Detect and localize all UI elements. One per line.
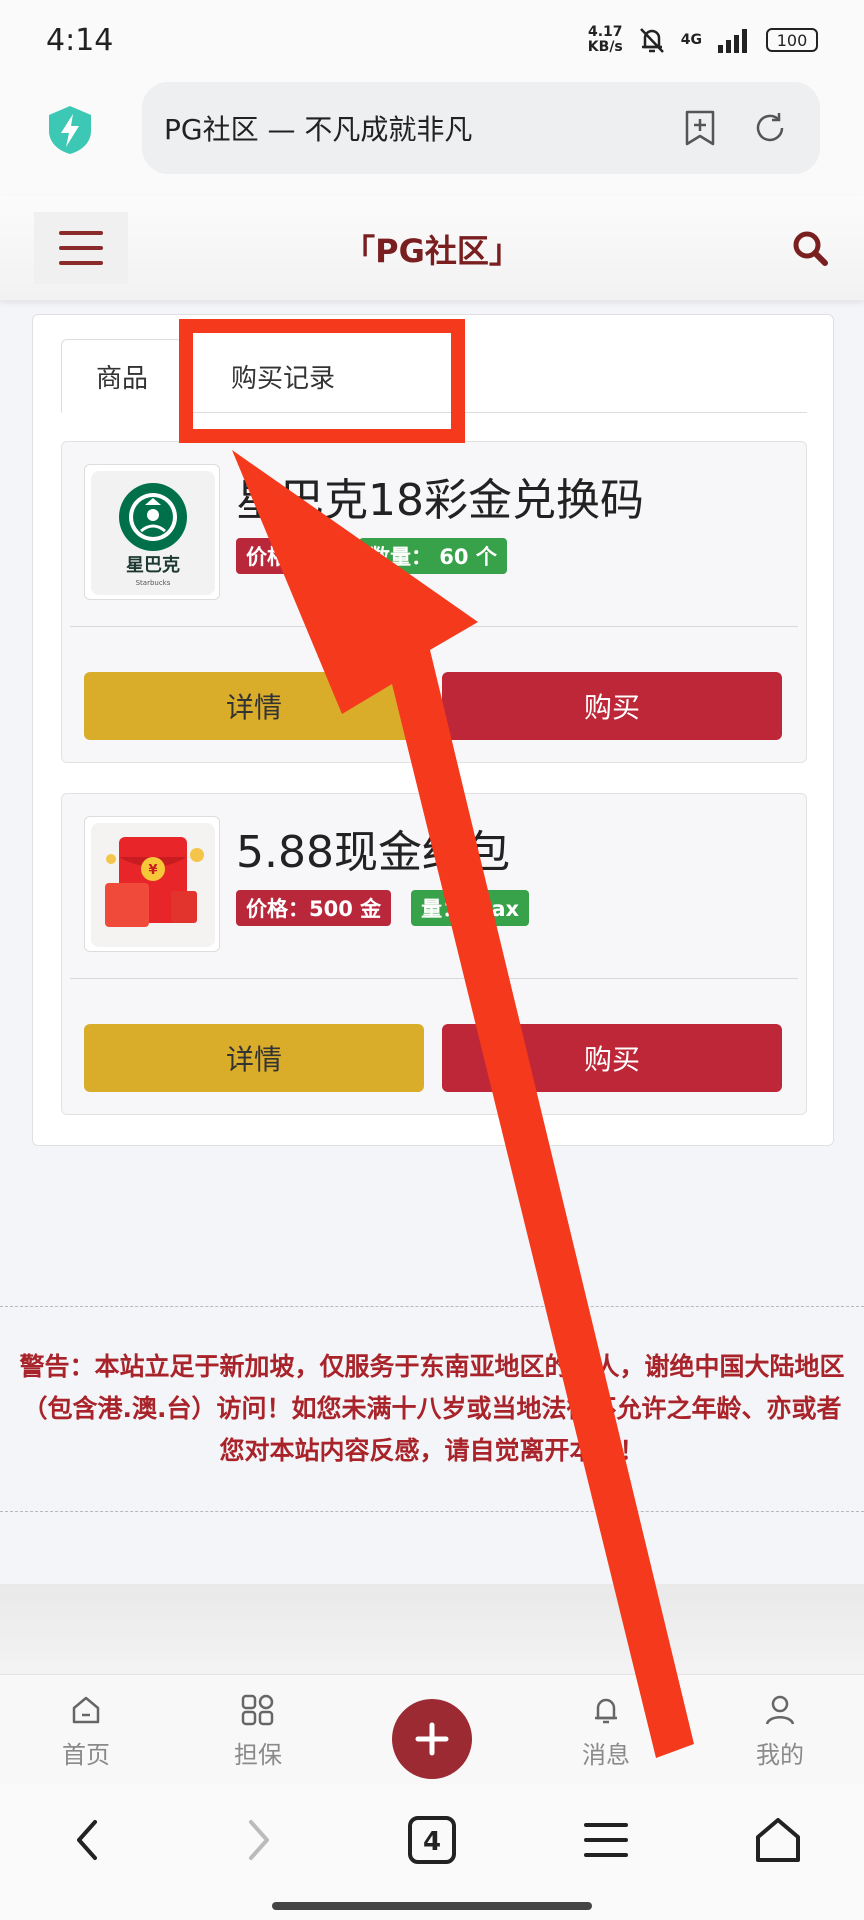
- nav-messages[interactable]: 消息: [556, 1693, 656, 1770]
- bell-icon: [595, 1698, 617, 1724]
- thumb-subtext: Starbucks: [136, 579, 171, 587]
- signal-label: 4G: [680, 32, 702, 48]
- shield-bolt-icon[interactable]: [46, 104, 94, 156]
- home-icon: [72, 1696, 100, 1724]
- nav-guarantee[interactable]: 担保: [208, 1693, 308, 1770]
- status-icons: 4.17 KB/s 4G 100: [588, 25, 818, 55]
- tab-bar: 商品 购买记录: [61, 339, 807, 413]
- buy-button[interactable]: 购买: [442, 1024, 782, 1092]
- chevron-left-icon: [77, 1820, 97, 1860]
- net-speed-unit: KB/s: [587, 39, 623, 55]
- browser-menu-button[interactable]: [574, 1808, 638, 1872]
- bookmark-add-icon: [685, 110, 715, 146]
- product-name: 5.88现金红包: [236, 827, 510, 878]
- warning-text: 警告：本站立足于新加坡，仅服务于东南亚地区的华人，谢绝中国大陆地区（包含港.澳.…: [19, 1352, 845, 1465]
- svg-text:¥: ¥: [148, 863, 157, 878]
- starbucks-logo-icon: 星巴克 Starbucks: [91, 471, 215, 595]
- user-icon: [765, 1695, 795, 1725]
- signal-bars-icon: [718, 29, 747, 53]
- product-name: 星巴克18彩金兑换码: [236, 475, 644, 526]
- product-badges: 价格：500 金 量： Max: [236, 890, 530, 926]
- status-time: 4:14: [46, 22, 114, 58]
- tab-products[interactable]: 商品: [61, 339, 183, 413]
- buy-button[interactable]: 购买: [442, 672, 782, 740]
- reload-icon: [756, 113, 784, 142]
- price-badge: 价格：500 金: [236, 890, 392, 926]
- browser-home-button[interactable]: [746, 1808, 810, 1872]
- divider: [70, 978, 798, 979]
- product-item: 星巴克 Starbucks 星巴克18彩金兑换码 价格： 数量： 60 个 详情…: [61, 441, 807, 763]
- battery-indicator: 100: [766, 28, 818, 52]
- tab-purchase-records[interactable]: 购买记录: [183, 339, 383, 413]
- net-speed: 4.17 KB/s: [588, 25, 623, 55]
- detail-button[interactable]: 详情: [84, 1024, 424, 1092]
- product-card: 商品 购买记录 星巴克 Starbucks 星巴克18彩金兑换码 价格： 数量：…: [32, 314, 834, 1146]
- product-item: ¥ 5.88现金红包 价格：500 金 量： Max 详情 购买: [61, 793, 807, 1115]
- thumb-text: 星巴克: [126, 554, 180, 576]
- chevron-right-icon: [249, 1820, 269, 1860]
- warning-notice: 警告：本站立足于新加坡，仅服务于东南亚地区的华人，谢绝中国大陆地区（包含港.澳.…: [0, 1306, 864, 1512]
- nav-label: 首页: [62, 1741, 110, 1769]
- browser-bottom-bar: 4: [0, 1784, 864, 1920]
- quantity-badge: 量： Max: [411, 890, 530, 926]
- nav-profile[interactable]: 我的: [730, 1693, 830, 1770]
- apps-icon: [241, 1694, 274, 1726]
- tab-count: 4: [423, 1827, 441, 1857]
- net-speed-value: 4.17: [588, 24, 623, 40]
- plus-icon: [415, 1722, 449, 1756]
- red-envelope-icon: ¥: [91, 823, 215, 947]
- product-badges: 价格： 数量： 60 个: [236, 538, 507, 574]
- detail-button[interactable]: 详情: [84, 672, 424, 740]
- price-badge: 价格：: [236, 538, 319, 574]
- home-icon: [756, 1818, 800, 1862]
- product-thumbnail-starbucks: 星巴克 Starbucks: [84, 464, 220, 600]
- tabs-count-icon: 4: [408, 1816, 456, 1864]
- quantity-badge: 数量： 60 个: [359, 538, 507, 574]
- back-button[interactable]: [54, 1808, 118, 1872]
- page: 4:14 4.17 KB/s 4G 100 PG社区 — 不凡成就非凡 「PG社…: [0, 0, 864, 1920]
- menu-icon: [584, 1823, 628, 1857]
- product-thumbnail-red-envelope: ¥: [84, 816, 220, 952]
- bookmark-add-button[interactable]: [680, 108, 720, 148]
- nav-label: 消息: [582, 1741, 630, 1769]
- nav-label: 我的: [756, 1741, 804, 1769]
- search-icon[interactable]: [790, 228, 830, 268]
- nav-label: 担保: [234, 1741, 282, 1769]
- footer-band: [0, 1584, 864, 1674]
- site-bottom-nav: 首页 担保 消息 我的: [0, 1674, 864, 1784]
- site-header: 「PG社区」: [0, 196, 864, 300]
- tabs-button[interactable]: 4: [400, 1808, 464, 1872]
- address-bar[interactable]: PG社区 — 不凡成就非凡: [142, 82, 820, 174]
- site-title: 「PG社区」: [343, 232, 521, 270]
- mute-bell-icon: [639, 28, 664, 53]
- browser-bar: PG社区 — 不凡成就非凡: [0, 80, 864, 196]
- divider: [70, 626, 798, 627]
- url-text[interactable]: PG社区 — 不凡成就非凡: [164, 108, 680, 148]
- nav-home[interactable]: 首页: [36, 1693, 136, 1770]
- status-bar: 4:14 4.17 KB/s 4G 100: [0, 0, 864, 80]
- add-button[interactable]: [392, 1699, 472, 1779]
- forward-button[interactable]: [228, 1808, 292, 1872]
- gesture-bar[interactable]: [272, 1902, 592, 1910]
- reload-button[interactable]: [750, 108, 790, 148]
